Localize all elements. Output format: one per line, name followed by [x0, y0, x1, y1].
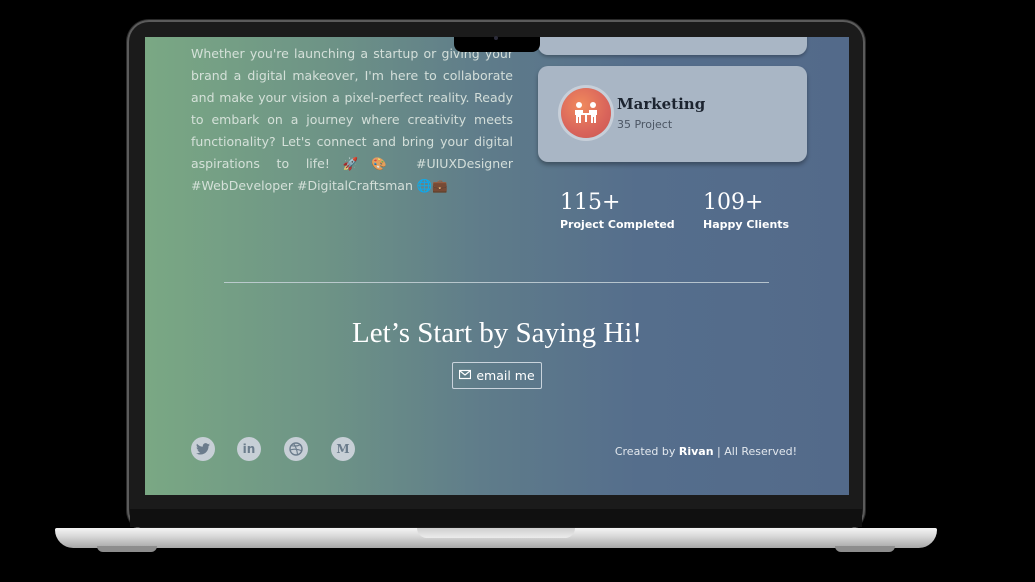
laptop-base-notch: [417, 528, 575, 538]
stat-label: Happy Clients: [703, 218, 790, 231]
medium-label: M: [336, 442, 350, 456]
camera-dot: [494, 36, 498, 40]
email-me-button[interactable]: email me: [452, 362, 542, 389]
camera-notch: [454, 36, 540, 52]
section-divider: [224, 282, 769, 283]
laptop-foot-left: [97, 546, 157, 552]
footer-prefix: Created by: [614, 445, 679, 458]
portfolio-screen: Whether you're launching a startup or gi…: [145, 37, 849, 495]
card-subtitle: 35 Project: [617, 118, 673, 131]
laptop-foot-right: [835, 546, 895, 552]
medium-icon[interactable]: M: [331, 437, 355, 461]
footer-author[interactable]: Rivan: [679, 445, 714, 458]
stat-value: 109+: [703, 190, 764, 215]
twitter-icon[interactable]: [191, 437, 215, 461]
team-meeting-icon: [561, 88, 611, 138]
email-icon: [459, 368, 472, 383]
linkedin-icon[interactable]: in: [237, 437, 261, 461]
stat-label: Project Completed: [560, 218, 675, 231]
about-paragraph: Whether you're launching a startup or gi…: [191, 46, 513, 171]
cta-heading: Let’s Start by Saying Hi!: [352, 317, 642, 349]
stat-projects: 115+ Project Completed: [560, 190, 675, 231]
screen-bottom-bezel: [130, 509, 862, 527]
linkedin-label: in: [242, 442, 256, 456]
footer-credit: Created by Rivan | All Reserved!: [615, 445, 797, 458]
stat-clients: 109+ Happy Clients: [703, 190, 789, 231]
card-title: Marketing: [617, 95, 706, 113]
service-card-partial: [538, 37, 807, 55]
service-card-marketing: Marketing 35 Project: [538, 66, 807, 162]
email-button-label: email me: [476, 368, 535, 383]
dribbble-icon[interactable]: [284, 437, 308, 461]
footer-suffix: | All Reserved!: [713, 445, 797, 458]
stat-value: 115+: [560, 190, 621, 215]
about-paragraph-last-line: #WebDeveloper #DigitalCraftsman 🌐💼: [191, 178, 448, 193]
